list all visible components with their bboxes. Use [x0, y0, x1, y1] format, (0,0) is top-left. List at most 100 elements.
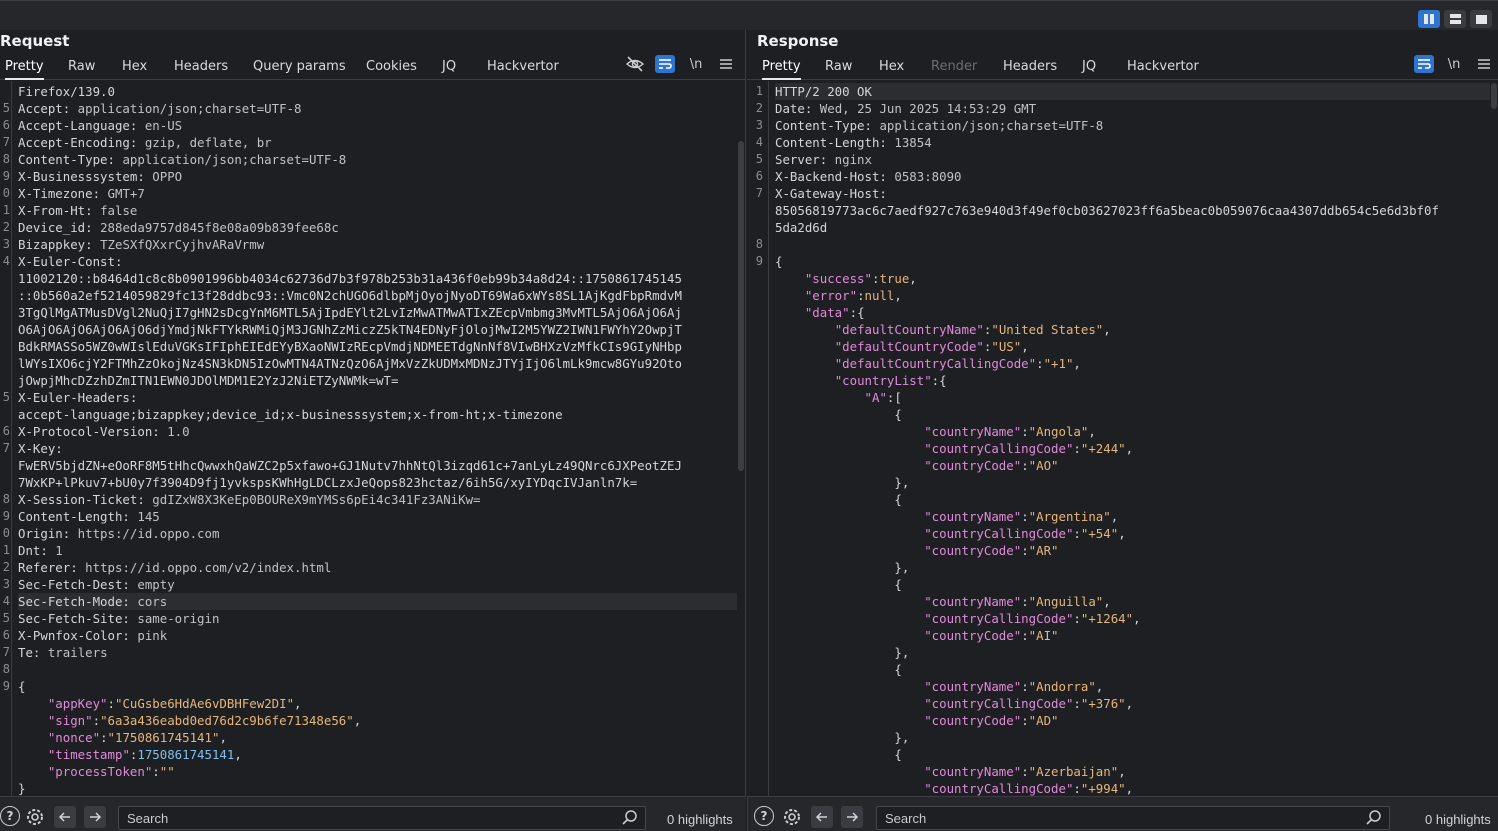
newline-toggle-button[interactable]: \n	[686, 55, 706, 73]
code-line[interactable]: Te: trailers	[18, 644, 745, 661]
code-line[interactable]: Referer: https://id.oppo.com/v2/index.ht…	[18, 559, 745, 576]
request-body[interactable]: Firefox/139.0 Accept: application/json;ch…	[13, 81, 745, 796]
code-line[interactable]: Accept: application/json;charset=UTF-8	[18, 100, 745, 117]
tab-pretty[interactable]: Pretty	[762, 59, 801, 80]
arrow-left-icon[interactable]	[811, 806, 833, 828]
code-line[interactable]: "countryCode":"AD"	[775, 712, 1498, 729]
code-line[interactable]	[18, 661, 745, 678]
split-horizontal-icon[interactable]	[1418, 10, 1440, 28]
tab-query-params[interactable]: Query params	[253, 59, 346, 80]
tab-raw[interactable]: Raw	[825, 59, 852, 80]
tab-hex[interactable]: Hex	[879, 59, 904, 80]
code-line[interactable]: X-Gateway-Host:	[775, 185, 1498, 202]
code-line[interactable]: "data":{	[775, 304, 1498, 321]
code-line[interactable]: {	[775, 406, 1498, 423]
arrow-right-icon[interactable]	[841, 806, 863, 828]
code-line[interactable]: ::0b560a2ef5214059829fc13f28ddbc93::Vmc0…	[18, 287, 745, 304]
magnifier-icon[interactable]	[1365, 809, 1383, 827]
code-line[interactable]: "defaultCountryCode":"US",	[775, 338, 1498, 355]
split-vertical-icon[interactable]	[1444, 10, 1466, 28]
tab-cookies[interactable]: Cookies	[366, 59, 417, 80]
code-line[interactable]: X-Protocol-Version: 1.0	[18, 423, 745, 440]
code-line[interactable]: "success":true,	[775, 270, 1498, 287]
gear-icon[interactable]	[781, 806, 803, 828]
code-line[interactable]: X-Session-Ticket: gdIZxW8X3KeEp0BOUReX9m…	[18, 491, 745, 508]
code-line[interactable]: },	[775, 559, 1498, 576]
search-input[interactable]	[885, 810, 1355, 826]
code-line[interactable]: }	[18, 780, 745, 796]
code-line[interactable]: "countryCallingCode":"+244",	[775, 440, 1498, 457]
code-line[interactable]: "countryCode":"AR"	[775, 542, 1498, 559]
code-line[interactable]: X-Backend-Host: 0583:8090	[775, 168, 1498, 185]
code-line[interactable]: X-Timezone: GMT+7	[18, 185, 745, 202]
code-line[interactable]: "nonce":"1750861745141",	[18, 729, 745, 746]
code-line[interactable]: "countryList":{	[775, 372, 1498, 389]
code-line[interactable]: "defaultCountryCallingCode":"+1",	[775, 355, 1498, 372]
code-line[interactable]: "countryCallingCode":"+994",	[775, 780, 1498, 796]
hamburger-menu-icon[interactable]	[716, 55, 736, 73]
code-line[interactable]: "appKey":"CuGsbe6HdAe6vDBHFew2DI",	[18, 695, 745, 712]
tab-hackvertor[interactable]: Hackvertor	[487, 59, 559, 80]
code-line[interactable]: "error":null,	[775, 287, 1498, 304]
code-line[interactable]: X-Businesssystem: OPPO	[18, 168, 745, 185]
code-line[interactable]: },	[775, 729, 1498, 746]
code-line[interactable]: Origin: https://id.oppo.com	[18, 525, 745, 542]
code-line[interactable]: Sec-Fetch-Mode: cors	[18, 593, 745, 610]
response-body[interactable]: HTTP/2 200 OK Date: Wed, 25 Jun 2025 14:5…	[770, 81, 1498, 796]
tab-jq[interactable]: JQ	[1082, 59, 1096, 80]
code-line[interactable]: 85056819773ac6c7aedf927c763e940d3f49ef0c…	[775, 202, 1498, 219]
code-line[interactable]: },	[775, 474, 1498, 491]
response-editor[interactable]: 1 2 3 4 5 6 7 8 9 HTTP/2 200 OK Date: Wed, 25 Jun…	[747, 81, 1498, 796]
code-line[interactable]: BdkRMASSo5WZ0wWIslEduVGKsIFIphEIEdEYyBXa…	[18, 338, 745, 355]
word-wrap-icon[interactable]	[1414, 55, 1434, 73]
scroll-thumb[interactable]	[738, 141, 744, 471]
tab-hackvertor[interactable]: Hackvertor	[1127, 59, 1199, 80]
code-line[interactable]: Bizappkey: TZeSXfQXxrCyjhvARaVrmw	[18, 236, 745, 253]
code-line[interactable]: X-Euler-Headers:	[18, 389, 745, 406]
code-line[interactable]: X-From-Ht: false	[18, 202, 745, 219]
code-line[interactable]: lWYsIXO6cjY2FTMhZzOkojNz4SN3kDN5IzOwMTN4…	[18, 355, 745, 372]
code-line[interactable]: "countryCode":"AI"	[775, 627, 1498, 644]
code-line[interactable]: {	[775, 491, 1498, 508]
code-line[interactable]: "countryName":"Angola",	[775, 423, 1498, 440]
tab-pretty[interactable]: Pretty	[5, 59, 44, 80]
code-line[interactable]: {	[775, 746, 1498, 763]
newline-toggle-button[interactable]: \n	[1444, 55, 1464, 73]
single-pane-icon[interactable]	[1470, 10, 1492, 28]
code-line[interactable]: "processToken":""	[18, 763, 745, 780]
code-line[interactable]: Date: Wed, 25 Jun 2025 14:53:29 GMT	[775, 100, 1498, 117]
tab-jq[interactable]: JQ	[442, 59, 456, 80]
code-line[interactable]: Firefox/139.0	[18, 83, 745, 100]
tab-hex[interactable]: Hex	[122, 59, 147, 80]
code-line[interactable]: "countryName":"Anguilla",	[775, 593, 1498, 610]
help-icon[interactable]: ?	[0, 806, 20, 826]
code-line[interactable]: 11002120::b8464d1c8c8b0901996bb4034c6273…	[18, 270, 745, 287]
code-line[interactable]: X-Euler-Const:	[18, 253, 745, 270]
code-line[interactable]: {	[18, 678, 745, 695]
tab-raw[interactable]: Raw	[68, 59, 95, 80]
code-line[interactable]: Dnt: 1	[18, 542, 745, 559]
response-scrollbar[interactable]	[1490, 81, 1498, 796]
code-line[interactable]: {	[775, 661, 1498, 678]
code-line[interactable]: Accept-Language: en-US	[18, 117, 745, 134]
eye-slash-icon[interactable]	[625, 55, 645, 73]
code-line[interactable]: },	[775, 644, 1498, 661]
code-line[interactable]: Content-Type: application/json;charset=U…	[18, 151, 745, 168]
code-line[interactable]: {	[775, 576, 1498, 593]
hamburger-menu-icon[interactable]	[1474, 55, 1494, 73]
magnifier-icon[interactable]	[621, 809, 639, 827]
code-line[interactable]: "countryCallingCode":"+54",	[775, 525, 1498, 542]
code-line[interactable]: O6AjO6AjO6AjO6AjO6djYmdjNkFTYkRWMiQjM3JG…	[18, 321, 745, 338]
code-line[interactable]: "countryCallingCode":"+1264",	[775, 610, 1498, 627]
code-line[interactable]: 3TgQlMgATMusDVgl2NuQjI7gHN2sDcgYnM6MTL5A…	[18, 304, 745, 321]
search-input[interactable]	[127, 810, 597, 826]
code-line[interactable]: "countryName":"Andorra",	[775, 678, 1498, 695]
scroll-thumb[interactable]	[1491, 83, 1497, 109]
tab-headers[interactable]: Headers	[174, 59, 228, 80]
code-line[interactable]: "sign":"6a3a436eabd0ed76d2c9b6fe71348e56…	[18, 712, 745, 729]
arrow-right-icon[interactable]	[84, 806, 106, 828]
code-line[interactable]: HTTP/2 200 OK	[775, 83, 1498, 100]
code-line[interactable]: Server: nginx	[775, 151, 1498, 168]
code-line[interactable]: Device_id: 288eda9757d845f8e08a09b839fee…	[18, 219, 745, 236]
code-line[interactable]: X-Pwnfox-Color: pink	[18, 627, 745, 644]
